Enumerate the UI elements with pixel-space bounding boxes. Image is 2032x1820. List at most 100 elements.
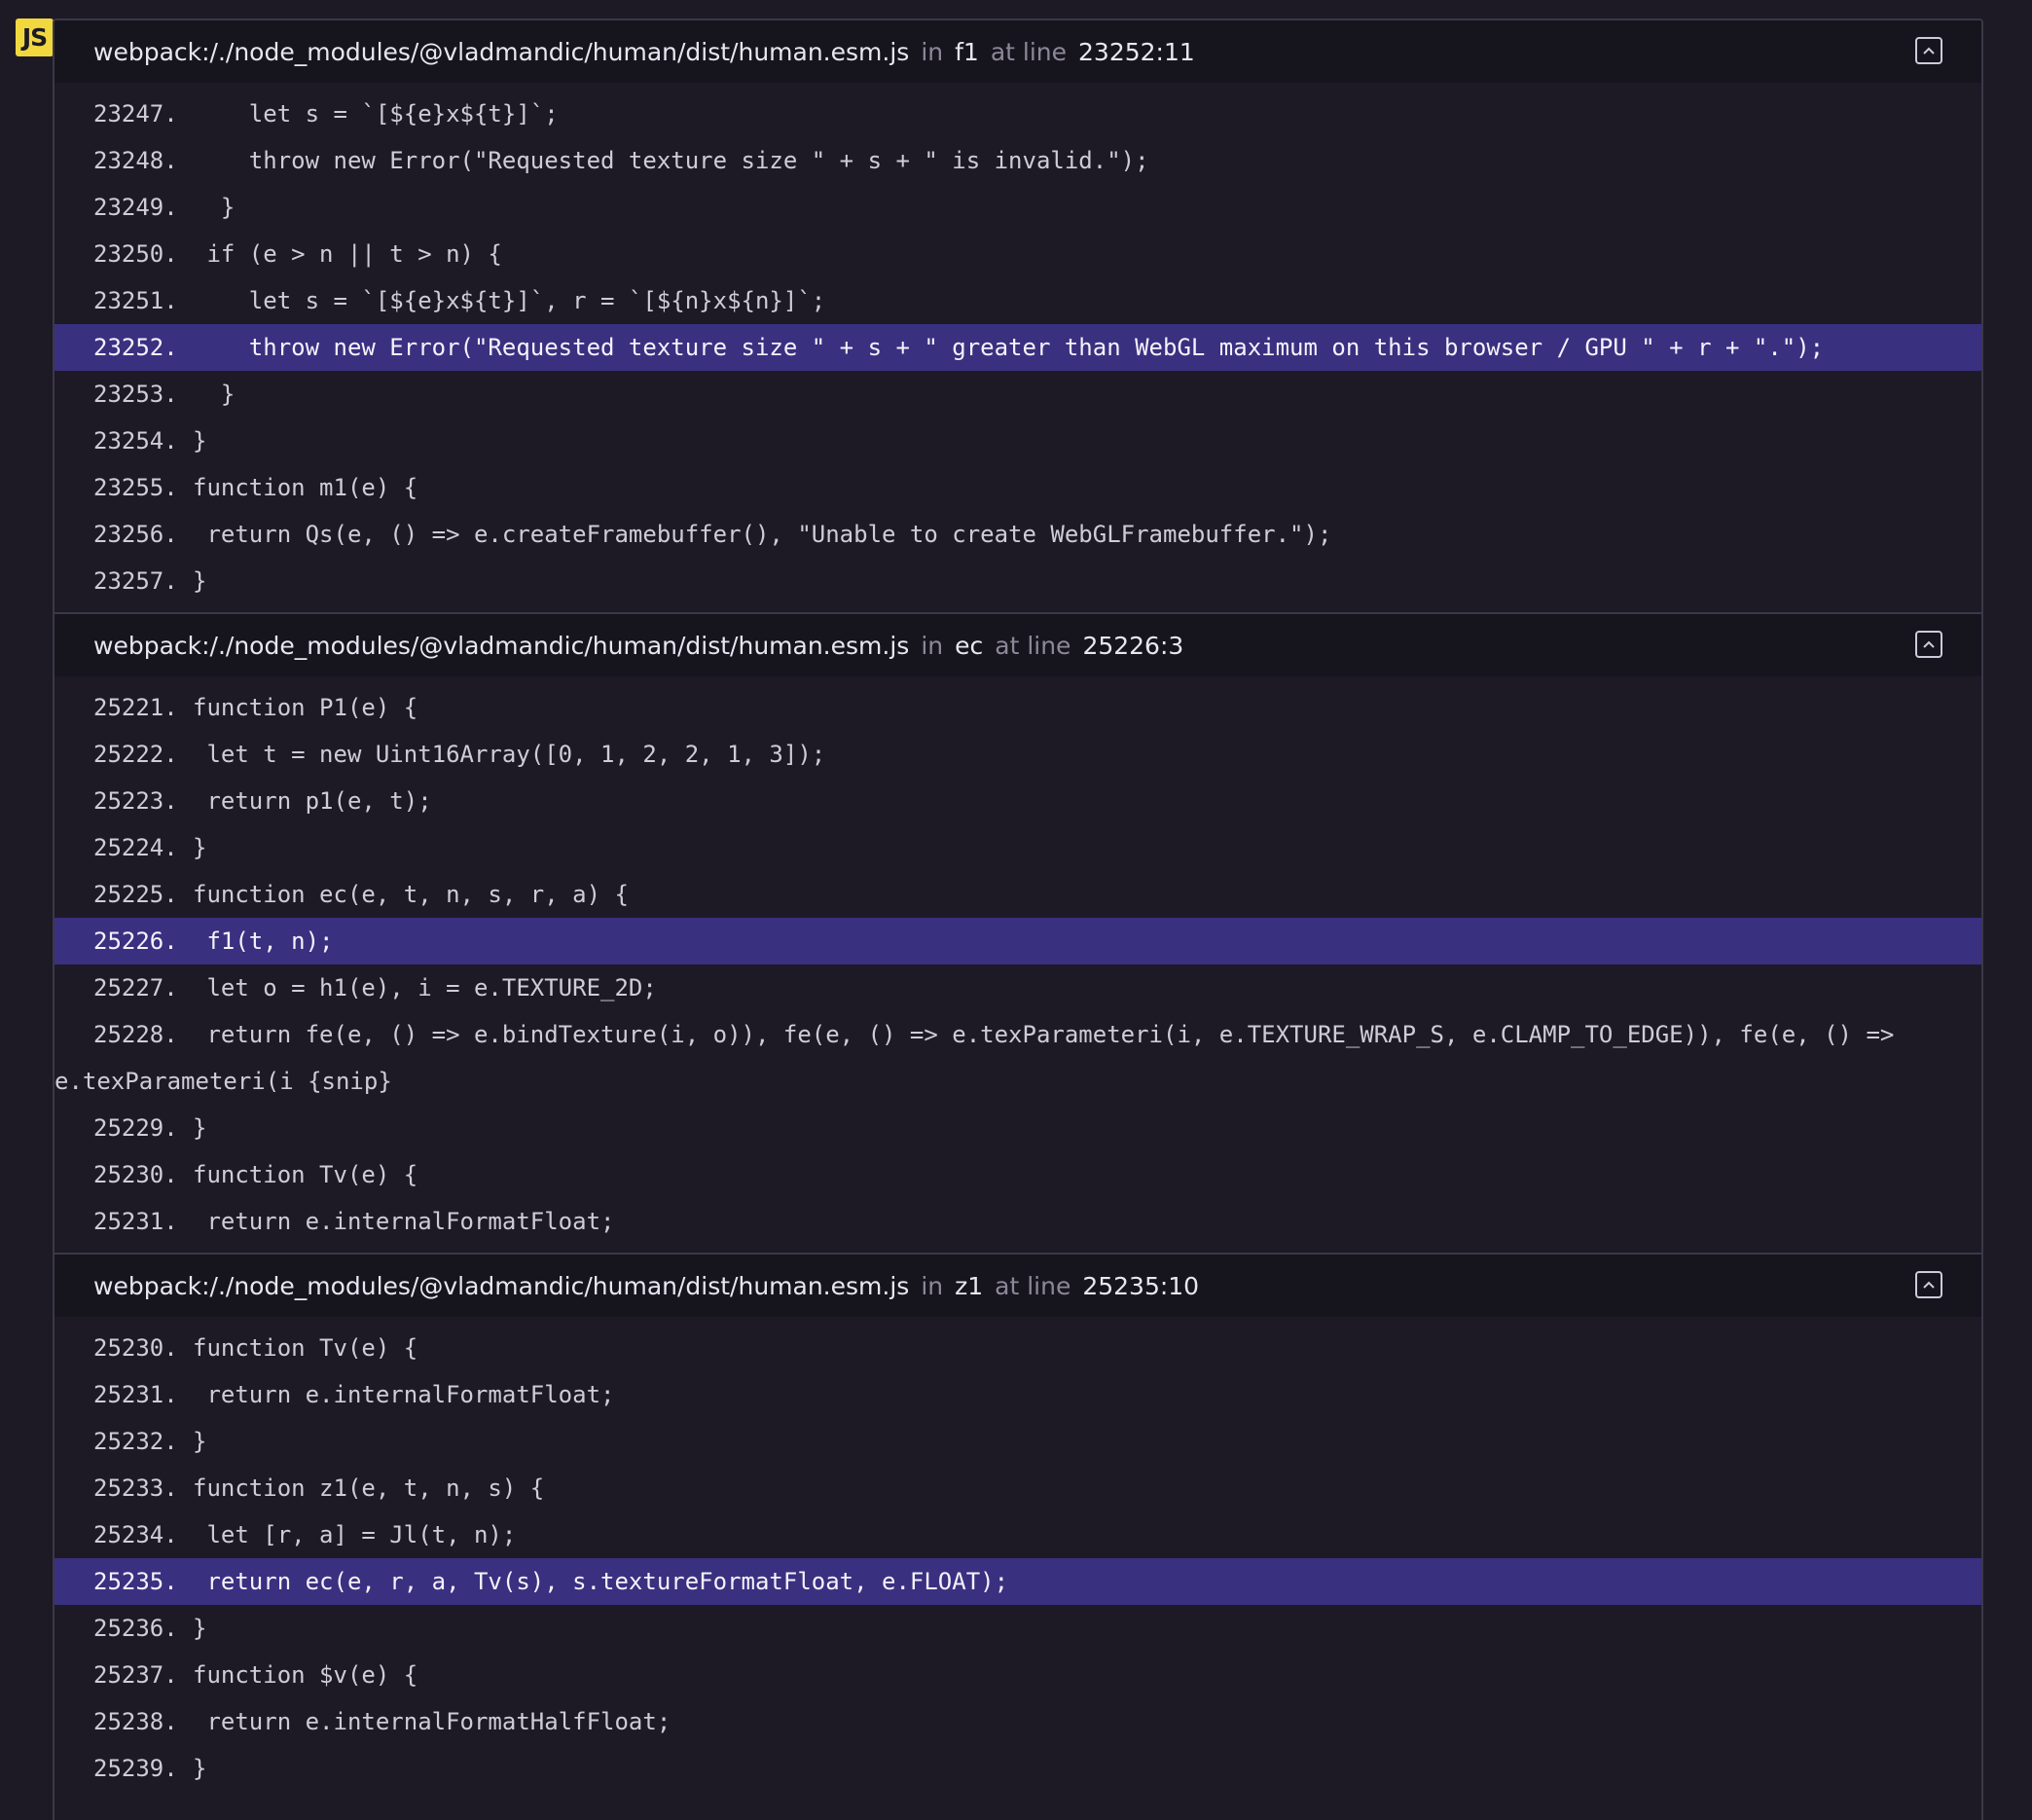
highlighted-code-line: 23252. throw new Error("Requested textur… [54,324,1981,371]
frame-at-line-label: at line [990,37,1068,66]
line-number: 25231. [93,1208,178,1235]
code-line: 23250. if (e > n || t > n) { [54,231,1981,277]
line-number: 25233. [93,1474,178,1502]
line-number: 25230. [93,1161,178,1188]
frame-location: 25235:10 [1082,1271,1200,1300]
collapse-frame-button[interactable] [1915,37,1942,64]
line-number: 23255. [93,474,178,501]
stack-trace-panel: webpack:/./node_modules/@vladmandic/huma… [53,18,1983,1820]
code-line: 25237. function $v(e) { [54,1652,1981,1698]
line-number: 23251. [93,287,178,314]
code-text: } [193,194,236,221]
frame-file-path: webpack:/./node_modules/@vladmandic/huma… [93,631,910,660]
code-text: function $v(e) { [193,1661,418,1689]
line-number: 25235. [93,1568,178,1595]
code-line: 25222. let t = new Uint16Array([0, 1, 2,… [54,731,1981,778]
line-number: 25236. [93,1615,178,1642]
code-line: 25239.} [54,1745,1981,1792]
line-number: 25221. [93,694,178,721]
frame-at-line-label: at line [995,631,1071,660]
line-number: 25228. [93,1021,178,1048]
code-line: 25224.} [54,824,1981,871]
chevron-up-icon [1923,47,1935,55]
code-line: 23247. let s = `[${e}x${t}]`; [54,91,1981,137]
line-number: 25223. [93,787,178,815]
line-number: 25225. [93,881,178,908]
code-text: let s = `[${e}x${t}]`, r = `[${n}x${n}]`… [193,287,826,314]
code-text: throw new Error("Requested texture size … [193,334,1825,361]
code-line: 25231. return e.internalFormatFloat; [54,1198,1981,1245]
code-line: 25238. return e.internalFormatHalfFloat; [54,1698,1981,1745]
line-number: 25238. [93,1708,178,1735]
code-text: return e.internalFormatFloat; [193,1208,615,1235]
frame-header[interactable]: webpack:/./node_modules/@vladmandic/huma… [54,20,1981,83]
line-number: 25230. [93,1334,178,1362]
code-line: 25236.} [54,1605,1981,1652]
line-number: 25227. [93,974,178,1001]
frame-file-path: webpack:/./node_modules/@vladmandic/huma… [93,1271,910,1300]
frame-function-name: f1 [955,37,979,66]
code-text: return Qs(e, () => e.createFramebuffer()… [193,521,1332,548]
frame-function-name: z1 [955,1271,984,1300]
collapse-frame-button[interactable] [1915,631,1942,658]
code-line: 25231. return e.internalFormatFloat; [54,1371,1981,1418]
line-number: 25224. [93,834,178,861]
frame-in-label: in [921,631,944,660]
code-line: 23253. } [54,371,1981,418]
frame-header[interactable]: webpack:/./node_modules/@vladmandic/huma… [54,1255,1981,1317]
code-line: 25221. function P1(e) { [54,684,1981,731]
highlighted-code-line: 25226. f1(t, n); [54,918,1981,965]
frame-in-label: in [921,1271,944,1300]
line-number: 25234. [93,1521,178,1548]
frame-function-name: ec [955,631,984,660]
line-number: 23256. [93,521,178,548]
line-number: 25226. [93,928,178,955]
javascript-language-badge: JS [16,18,54,56]
line-number: 25232. [93,1428,178,1455]
line-number: 23249. [93,194,178,221]
code-line: 23256. return Qs(e, () => e.createFrameb… [54,511,1981,558]
frame-location: 23252:11 [1078,37,1195,66]
code-text: throw new Error("Requested texture size … [193,147,1149,174]
code-line: 25233. function z1(e, t, n, s) { [54,1465,1981,1511]
code-text: function P1(e) { [193,694,418,721]
code-line: 23257.} [54,558,1981,604]
frame-in-label: in [921,37,944,66]
code-line: 25232.} [54,1418,1981,1465]
code-line: 23255. function m1(e) { [54,464,1981,511]
line-number: 23254. [93,427,178,455]
code-text: f1(t, n); [193,928,334,955]
line-number: 23247. [93,100,178,127]
code-line: 25234. let [r, a] = Jl(t, n); [54,1511,1981,1558]
code-text: function Tv(e) { [193,1161,418,1188]
code-text: } [193,567,207,595]
code-text: let s = `[${e}x${t}]`; [193,100,559,127]
code-text: return p1(e, t); [193,787,432,815]
code-line: 25230. function Tv(e) { [54,1325,1981,1371]
code-line: e.texParameteri(i {snip} [54,1058,1981,1105]
code-text: let o = h1(e), i = e.TEXTURE_2D; [193,974,657,1001]
line-number: 23257. [93,567,178,595]
code-text: } [193,381,236,408]
line-number: 25222. [93,741,178,768]
code-line: 25223. return p1(e, t); [54,778,1981,824]
code-line: 25230. function Tv(e) { [54,1151,1981,1198]
code-text: } [193,1114,207,1142]
line-number: 25239. [93,1755,178,1782]
code-text: let t = new Uint16Array([0, 1, 2, 2, 1, … [193,741,826,768]
code-text: } [193,1428,207,1455]
code-text: function z1(e, t, n, s) { [193,1474,545,1502]
code-text: if (e > n || t > n) { [193,240,502,268]
code-text: return ec(e, r, a, Tv(s), s.textureForma… [193,1568,1009,1595]
line-number: 23252. [93,334,178,361]
code-line: 25228. return fe(e, () => e.bindTexture(… [54,1011,1981,1058]
frame-header[interactable]: webpack:/./node_modules/@vladmandic/huma… [54,614,1981,676]
collapse-frame-button[interactable] [1915,1271,1942,1298]
frame-location: 25226:3 [1082,631,1184,660]
code-text: e.texParameteri(i {snip} [54,1068,392,1095]
highlighted-code-line: 25235. return ec(e, r, a, Tv(s), s.textu… [54,1558,1981,1605]
code-text: return e.internalFormatHalfFloat; [193,1708,671,1735]
code-text: function Tv(e) { [193,1334,418,1362]
code-text: return fe(e, () => e.bindTexture(i, o)),… [193,1021,1895,1048]
chevron-up-icon [1923,640,1935,648]
